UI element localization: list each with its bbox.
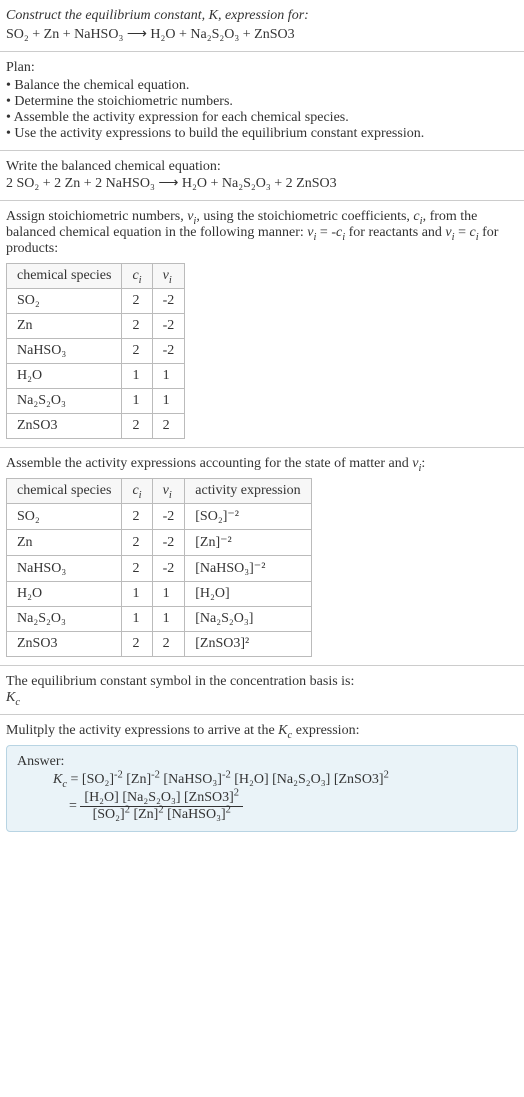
col-species: chemical species	[7, 479, 122, 504]
plan-item: Assemble the activity expression for eac…	[6, 110, 518, 126]
activity-text: Assemble the activity expressions accoun…	[6, 456, 518, 472]
table-header-row: chemical species ci νi	[7, 264, 185, 289]
header-section: Construct the equilibrium constant, K, e…	[0, 0, 524, 52]
col-ci: ci	[122, 479, 152, 504]
col-species: chemical species	[7, 264, 122, 289]
table-row: ZnSO322[ZnSO3]²	[7, 632, 312, 657]
symbol-value: Kc	[6, 690, 518, 706]
fraction: [H₂O] [Na₂S₂O₃] [ZnSO3]2 [SO₂]2 [Zn]2 [N…	[80, 790, 243, 823]
col-activity: activity expression	[185, 479, 311, 504]
multiply-section: Mulitply the activity expressions to arr…	[0, 715, 524, 840]
answer-label: Answer:	[17, 754, 507, 770]
balanced-section: Write the balanced chemical equation: 2 …	[0, 151, 524, 201]
table-row: H₂O11	[7, 364, 185, 389]
table-row: Na₂S₂O₃11	[7, 389, 185, 414]
plan-item: Use the activity expressions to build th…	[6, 126, 518, 142]
plan-section: Plan: Balance the chemical equation. Det…	[0, 52, 524, 151]
table-header-row: chemical species ci νi activity expressi…	[7, 479, 312, 504]
table-row: NaHSO₃2-2	[7, 339, 185, 364]
plan-title: Plan:	[6, 60, 518, 76]
symbol-text: The equilibrium constant symbol in the c…	[6, 674, 518, 690]
assign-section: Assign stoichiometric numbers, νi, using…	[0, 201, 524, 448]
plan-list: Balance the chemical equation. Determine…	[6, 78, 518, 142]
answer-line2: = [H₂O] [Na₂S₂O₃] [ZnSO3]2 [SO₂]2 [Zn]2 …	[69, 790, 507, 823]
balanced-equation: 2 SO₂ + 2 Zn + 2 NaHSO₃ ⟶ H₂O + Na₂S₂O₃ …	[6, 175, 518, 192]
col-vi: νi	[152, 479, 185, 504]
table-row: SO₂2-2	[7, 289, 185, 314]
multiply-text: Mulitply the activity expressions to arr…	[6, 723, 518, 739]
unbalanced-equation: SO₂ + Zn + NaHSO₃ ⟶ H₂O + Na₂S₂O₃ + ZnSO…	[6, 26, 518, 43]
table-row: Na₂S₂O₃11[Na₂S₂O₃]	[7, 607, 312, 632]
table-row: Zn2-2[Zn]⁻²	[7, 530, 312, 556]
answer-line1: Kc = [SO₂]-2 [Zn]-2 [NaHSO₃]-2 [H₂O] [Na…	[53, 772, 507, 788]
answer-box: Answer: Kc = [SO₂]-2 [Zn]-2 [NaHSO₃]-2 […	[6, 745, 518, 832]
activity-section: Assemble the activity expressions accoun…	[0, 448, 524, 666]
table-row: NaHSO₃2-2[NaHSO₃]⁻²	[7, 556, 312, 582]
balanced-intro: Write the balanced chemical equation:	[6, 159, 518, 175]
table-row: SO₂2-2[SO₂]⁻²	[7, 504, 312, 530]
stoich-table: chemical species ci νi SO₂2-2 Zn2-2 NaHS…	[6, 263, 185, 439]
equals-sign: =	[69, 799, 77, 814]
activity-table: chemical species ci νi activity expressi…	[6, 478, 312, 657]
plan-item: Balance the chemical equation.	[6, 78, 518, 94]
col-vi: νi	[152, 264, 185, 289]
symbol-section: The equilibrium constant symbol in the c…	[0, 666, 524, 715]
table-row: ZnSO322	[7, 414, 185, 439]
col-ci: ci	[122, 264, 152, 289]
table-row: H₂O11[H₂O]	[7, 582, 312, 607]
plan-item: Determine the stoichiometric numbers.	[6, 94, 518, 110]
assign-text: Assign stoichiometric numbers, νi, using…	[6, 209, 518, 257]
prompt-text: Construct the equilibrium constant, K, e…	[6, 8, 518, 24]
table-row: Zn2-2	[7, 314, 185, 339]
fraction-denominator: [SO₂]2 [Zn]2 [NaHSO₃]2	[80, 807, 243, 823]
